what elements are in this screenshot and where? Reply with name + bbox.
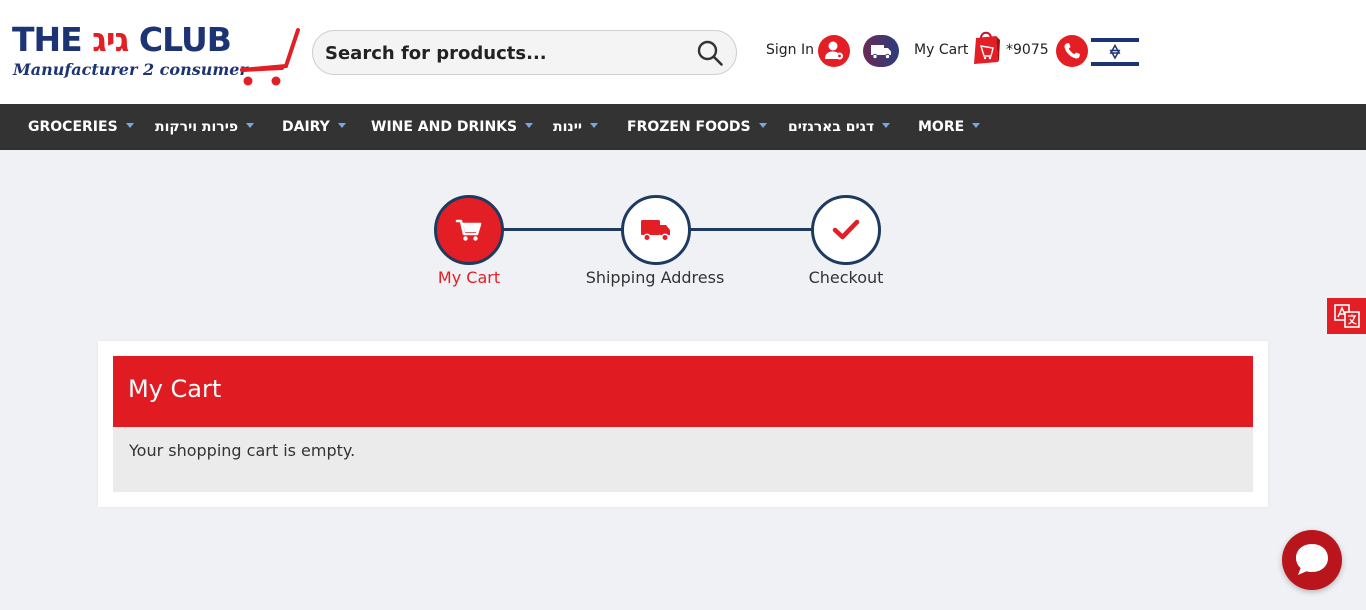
nav-item-fish-boxes[interactable]: דגים בארגזים	[788, 104, 891, 150]
nav-item-wine-and-drinks[interactable]: WINE AND DRINKS	[371, 104, 534, 150]
search-icon[interactable]	[696, 39, 724, 67]
nav-item-more[interactable]: MORE	[918, 104, 981, 150]
translate-button[interactable]	[1327, 298, 1366, 334]
step-my-cart[interactable]	[434, 195, 504, 265]
sign-in-link[interactable]: Sign In	[766, 42, 814, 58]
chevron-down-icon	[972, 122, 981, 128]
cart-panel-body: Your shopping cart is empty.	[113, 427, 1253, 492]
step-label-shipping-address[interactable]: Shipping Address	[570, 268, 740, 287]
check-icon	[832, 219, 860, 240]
search-bar	[312, 30, 737, 75]
chevron-down-icon	[589, 122, 598, 128]
delivery-truck-icon[interactable]	[863, 35, 899, 67]
cart-title: My Cart	[128, 375, 222, 403]
shopping-bag-icon[interactable]	[971, 26, 1001, 66]
step-label-checkout[interactable]: Checkout	[786, 268, 906, 287]
logo-wordmark: THE גיג CLUB	[12, 20, 232, 59]
main-navigation: GROCERIES פירות וירקות DAIRY WINE AND DR…	[0, 104, 1366, 150]
nav-item-frozen-foods[interactable]: FROZEN FOODS	[627, 104, 767, 150]
chat-button[interactable]	[1282, 530, 1342, 590]
step-shipping-address[interactable]	[621, 195, 691, 265]
israel-flag-icon[interactable]	[1091, 36, 1139, 68]
logo-tagline: Manufacturer 2 consumer	[13, 60, 248, 79]
site-logo[interactable]: THE גיג CLUB Manufacturer 2 consumer	[12, 20, 302, 90]
my-cart-link[interactable]: My Cart	[914, 42, 968, 58]
nav-item-fruits-vegetables[interactable]: פירות וירקות	[155, 104, 255, 150]
chevron-down-icon	[337, 122, 346, 128]
nav-item-dairy[interactable]: DAIRY	[282, 104, 346, 150]
logo-cart-icon	[240, 28, 300, 86]
chat-bubble-icon	[1296, 544, 1328, 575]
chevron-down-icon	[525, 122, 534, 128]
step-label-my-cart[interactable]: My Cart	[419, 268, 519, 287]
cart-icon	[455, 219, 482, 241]
cart-panel: My Cart Your shopping cart is empty.	[98, 341, 1268, 507]
phone-icon[interactable]	[1056, 35, 1088, 67]
chevron-down-icon	[882, 122, 891, 128]
phone-number[interactable]: *9075	[1006, 42, 1049, 58]
step-checkout[interactable]	[811, 195, 881, 265]
truck-icon	[641, 220, 670, 242]
cart-panel-header: My Cart	[113, 356, 1253, 427]
search-input[interactable]	[325, 39, 685, 67]
nav-item-groceries[interactable]: GROCERIES	[28, 104, 134, 150]
chevron-down-icon	[758, 122, 767, 128]
empty-cart-message: Your shopping cart is empty.	[129, 441, 356, 460]
nav-item-wines[interactable]: יינות	[553, 104, 598, 150]
translate-icon	[1334, 304, 1360, 328]
user-icon[interactable]	[818, 35, 850, 67]
chevron-down-icon	[125, 122, 134, 128]
site-header: THE גיג CLUB Manufacturer 2 consumer Sig…	[0, 0, 1366, 104]
chevron-down-icon	[246, 122, 255, 128]
